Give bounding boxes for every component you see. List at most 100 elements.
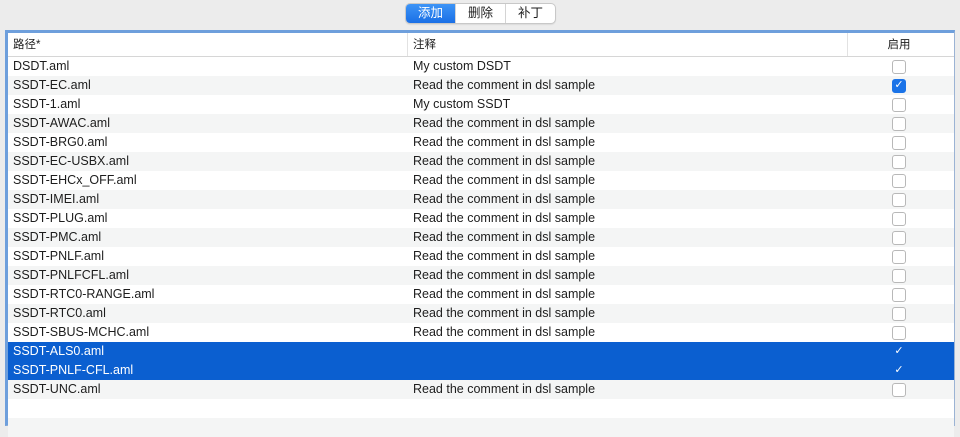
tab-add[interactable]: 添加 <box>406 4 456 23</box>
comment-cell[interactable]: My custom SSDT <box>408 95 848 114</box>
enabled-checkbox[interactable]: ✓ <box>892 364 906 378</box>
enabled-checkbox[interactable]: ✓ <box>892 345 906 359</box>
table-row[interactable]: SSDT-IMEI.aml Read the comment in dsl sa… <box>8 190 954 209</box>
path-cell[interactable]: SSDT-EHCx_OFF.aml <box>8 171 408 190</box>
path-cell[interactable]: SSDT-BRG0.aml <box>8 133 408 152</box>
enabled-cell: ✓ <box>848 361 950 380</box>
comment-cell[interactable] <box>408 342 848 361</box>
enabled-checkbox[interactable] <box>892 154 906 169</box>
table-row[interactable]: SSDT-EC-USBX.aml Read the comment in dsl… <box>8 152 954 171</box>
comment-cell[interactable]: Read the comment in dsl sample <box>408 152 848 171</box>
enabled-checkbox[interactable] <box>892 382 906 397</box>
table-row[interactable]: SSDT-PMC.aml Read the comment in dsl sam… <box>8 228 954 247</box>
enabled-cell <box>848 190 950 209</box>
enabled-cell <box>848 171 950 190</box>
comment-cell[interactable]: Read the comment in dsl sample <box>408 228 848 247</box>
comment-cell[interactable]: Read the comment in dsl sample <box>408 323 848 342</box>
path-cell[interactable]: SSDT-PNLF-CFL.aml <box>8 361 408 380</box>
table-row[interactable]: SSDT-EHCx_OFF.aml Read the comment in ds… <box>8 171 954 190</box>
comment-cell[interactable]: Read the comment in dsl sample <box>408 209 848 228</box>
path-cell[interactable]: SSDT-RTC0-RANGE.aml <box>8 285 408 304</box>
comment-cell[interactable]: Read the comment in dsl sample <box>408 171 848 190</box>
table-row[interactable]: SSDT-PLUG.aml Read the comment in dsl sa… <box>8 209 954 228</box>
enabled-checkbox[interactable] <box>892 268 906 283</box>
comment-cell[interactable]: Read the comment in dsl sample <box>408 304 848 323</box>
path-cell[interactable]: SSDT-PNLFCFL.aml <box>8 266 408 285</box>
path-cell[interactable]: SSDT-1.aml <box>8 95 408 114</box>
comment-cell[interactable]: Read the comment in dsl sample <box>408 76 848 95</box>
tab-patch[interactable]: 补丁 <box>505 4 555 23</box>
enabled-checkbox[interactable] <box>892 173 906 188</box>
tab-delete[interactable]: 删除 <box>455 4 505 23</box>
path-cell[interactable]: SSDT-UNC.aml <box>8 380 408 399</box>
acpi-table: 路径* 注释 启用 DSDT.aml My custom DSDT SSDT-E… <box>5 30 955 437</box>
column-header-comment[interactable]: 注释 <box>408 33 848 56</box>
path-cell[interactable]: SSDT-PNLF.aml <box>8 247 408 266</box>
enabled-cell <box>848 304 950 323</box>
table-header: 路径* 注释 启用 <box>8 33 954 57</box>
enabled-checkbox[interactable] <box>892 192 906 207</box>
column-header-enabled[interactable]: 启用 <box>848 33 950 56</box>
enabled-checkbox[interactable] <box>892 116 906 131</box>
enabled-checkbox[interactable] <box>892 325 906 340</box>
path-cell[interactable]: SSDT-RTC0.aml <box>8 304 408 323</box>
table-row[interactable]: SSDT-AWAC.aml Read the comment in dsl sa… <box>8 114 954 133</box>
enabled-checkbox[interactable] <box>892 287 906 302</box>
checkmark-icon: ✓ <box>894 345 904 357</box>
enabled-checkbox[interactable]: ✓ <box>892 78 906 93</box>
table-row[interactable]: DSDT.aml My custom DSDT <box>8 57 954 76</box>
comment-cell[interactable]: Read the comment in dsl sample <box>408 247 848 266</box>
table-row[interactable]: SSDT-PNLF.aml Read the comment in dsl sa… <box>8 247 954 266</box>
comment-cell[interactable]: Read the comment in dsl sample <box>408 114 848 133</box>
table-row[interactable]: SSDT-EC.aml Read the comment in dsl samp… <box>8 76 954 95</box>
table-row[interactable]: SSDT-RTC0-RANGE.aml Read the comment in … <box>8 285 954 304</box>
table-row[interactable]: SSDT-PNLFCFL.aml Read the comment in dsl… <box>8 266 954 285</box>
enabled-checkbox[interactable] <box>892 230 906 245</box>
enabled-cell <box>848 285 950 304</box>
path-cell[interactable]: SSDT-PLUG.aml <box>8 209 408 228</box>
checkmark-icon: ✓ <box>894 364 904 376</box>
enabled-cell <box>848 152 950 171</box>
table-row[interactable]: SSDT-1.aml My custom SSDT <box>8 95 954 114</box>
column-header-path[interactable]: 路径* <box>8 33 408 56</box>
table-row[interactable]: SSDT-ALS0.aml ✓ <box>8 342 954 361</box>
enabled-checkbox[interactable] <box>892 306 906 321</box>
comment-cell[interactable]: Read the comment in dsl sample <box>408 285 848 304</box>
table-row[interactable]: SSDT-SBUS-MCHC.aml Read the comment in d… <box>8 323 954 342</box>
enabled-cell: ✓ <box>848 76 950 95</box>
enabled-checkbox[interactable] <box>892 135 906 150</box>
path-cell[interactable]: SSDT-SBUS-MCHC.aml <box>8 323 408 342</box>
comment-cell[interactable]: Read the comment in dsl sample <box>408 133 848 152</box>
path-cell[interactable]: DSDT.aml <box>8 57 408 76</box>
comment-cell[interactable]: Read the comment in dsl sample <box>408 190 848 209</box>
path-cell[interactable]: SSDT-ALS0.aml <box>8 342 408 361</box>
enabled-cell: ✓ <box>848 342 950 361</box>
table-row[interactable]: SSDT-BRG0.aml Read the comment in dsl sa… <box>8 133 954 152</box>
path-cell[interactable]: SSDT-EC-USBX.aml <box>8 152 408 171</box>
section-segmented-control: 添加 删除 补丁 <box>405 3 557 24</box>
table-row[interactable]: SSDT-PNLF-CFL.aml ✓ <box>8 361 954 380</box>
table-body: DSDT.aml My custom DSDT SSDT-EC.aml Read… <box>8 57 954 437</box>
enabled-checkbox[interactable] <box>892 211 906 226</box>
enabled-checkbox[interactable] <box>892 59 906 74</box>
comment-cell[interactable]: Read the comment in dsl sample <box>408 380 848 399</box>
enabled-checkbox[interactable] <box>892 97 906 112</box>
enabled-cell <box>848 133 950 152</box>
path-cell[interactable]: SSDT-AWAC.aml <box>8 114 408 133</box>
enabled-cell <box>848 266 950 285</box>
table-row[interactable]: SSDT-RTC0.aml Read the comment in dsl sa… <box>8 304 954 323</box>
enabled-cell <box>848 247 950 266</box>
enabled-cell <box>848 57 950 76</box>
comment-cell[interactable]: My custom DSDT <box>408 57 848 76</box>
enabled-cell <box>848 380 950 399</box>
comment-cell[interactable] <box>408 361 848 380</box>
checkmark-icon: ✓ <box>894 79 904 91</box>
enabled-cell <box>848 228 950 247</box>
comment-cell[interactable]: Read the comment in dsl sample <box>408 266 848 285</box>
path-cell[interactable]: SSDT-PMC.aml <box>8 228 408 247</box>
path-cell[interactable]: SSDT-EC.aml <box>8 76 408 95</box>
enabled-checkbox[interactable] <box>892 249 906 264</box>
path-cell[interactable]: SSDT-IMEI.aml <box>8 190 408 209</box>
table-row[interactable]: SSDT-UNC.aml Read the comment in dsl sam… <box>8 380 954 399</box>
enabled-cell <box>848 209 950 228</box>
